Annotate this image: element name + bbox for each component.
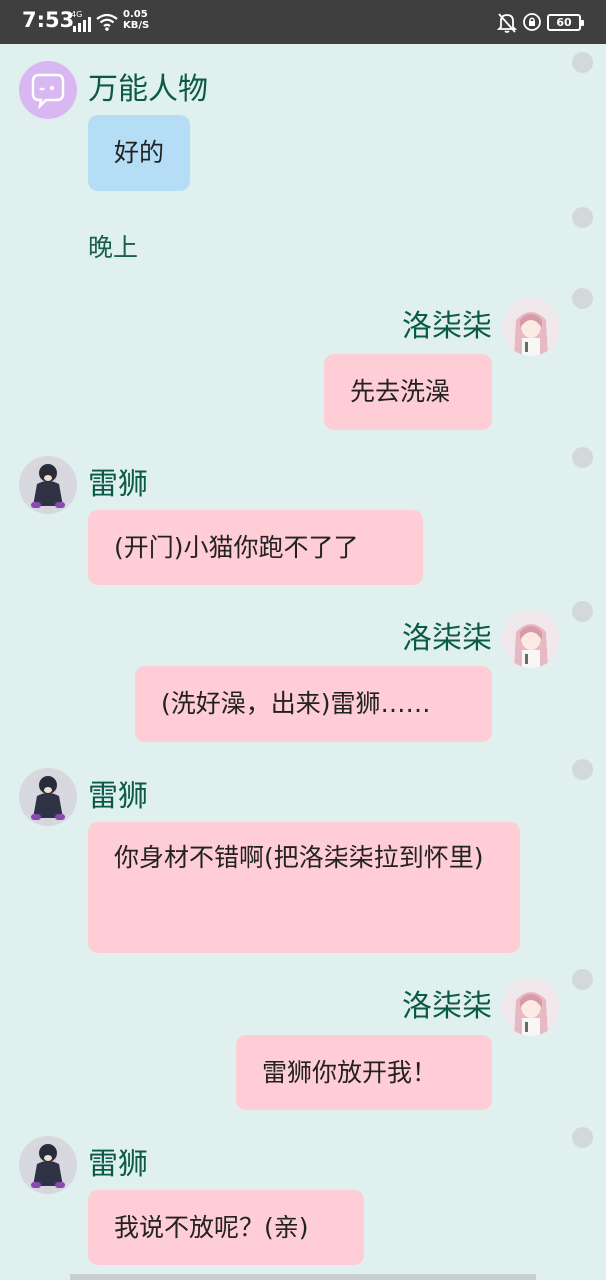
message-text[interactable]: 晚上 [88, 228, 138, 264]
bell-off-icon [497, 13, 517, 33]
message-bubble[interactable]: 我说不放呢？(亲) [88, 1190, 364, 1265]
status-dot[interactable] [572, 288, 593, 309]
rotation-lock-icon [523, 13, 541, 31]
sender-name: 雷狮 [88, 467, 148, 502]
message-bubble[interactable]: 好的 [88, 115, 191, 191]
anime-girl-avatar-icon [502, 298, 560, 356]
status-dot[interactable] [572, 969, 593, 990]
status-dot[interactable] [572, 759, 593, 780]
speed-unit: KB/S [123, 20, 150, 31]
sender-name: 洛柒柒 [402, 309, 492, 344]
sender-name: 雷狮 [88, 779, 148, 814]
message-bubble[interactable]: 先去洗澡 [324, 354, 492, 430]
avatar-luoqiqi[interactable] [502, 978, 560, 1036]
status-time: 7:53 [22, 8, 75, 32]
anime-boy-avatar-icon [19, 1136, 77, 1194]
wifi-icon [96, 13, 118, 31]
status-dot[interactable] [572, 1127, 593, 1148]
status-dot[interactable] [572, 601, 593, 622]
avatar-leishi[interactable] [19, 1136, 77, 1194]
anime-girl-avatar-icon [502, 610, 560, 668]
sender-name: 万能人物 [88, 72, 208, 107]
sender-name: 洛柒柒 [402, 621, 492, 656]
chat-bubble-icon [31, 73, 65, 110]
status-bar: 7:53 4G 0.05 KB/S 60 [0, 0, 606, 44]
bottom-toolbar-edge [70, 1274, 536, 1280]
status-dot[interactable] [572, 447, 593, 468]
sender-name: 雷狮 [88, 1147, 148, 1182]
battery-icon: 60 [547, 14, 584, 31]
message-bubble[interactable]: (洗好澡，出来)雷狮…… [135, 666, 492, 742]
speed-value: 0.05 [123, 9, 148, 20]
avatar-leishi[interactable] [19, 768, 77, 826]
message-bubble[interactable]: (开门)小猫你跑不了了 [88, 510, 423, 585]
avatar-luoqiqi[interactable] [502, 298, 560, 356]
status-dot[interactable] [572, 52, 593, 73]
cellular-signal-icon: 4G [71, 10, 91, 32]
anime-girl-avatar-icon [502, 978, 560, 1036]
avatar-luoqiqi[interactable] [502, 610, 560, 668]
avatar-leishi[interactable] [19, 456, 77, 514]
anime-boy-avatar-icon [19, 456, 77, 514]
network-speed: 0.05 KB/S [123, 9, 149, 31]
status-dot[interactable] [572, 207, 593, 228]
sender-name: 洛柒柒 [402, 989, 492, 1024]
network-type: 4G [71, 10, 82, 19]
message-bubble[interactable]: 雷狮你放开我！ [236, 1035, 492, 1110]
anime-boy-avatar-icon [19, 768, 77, 826]
message-bubble[interactable]: 你身材不错啊(把洛柒柒拉到怀里) [88, 822, 520, 953]
avatar-wanneng[interactable] [19, 61, 77, 119]
